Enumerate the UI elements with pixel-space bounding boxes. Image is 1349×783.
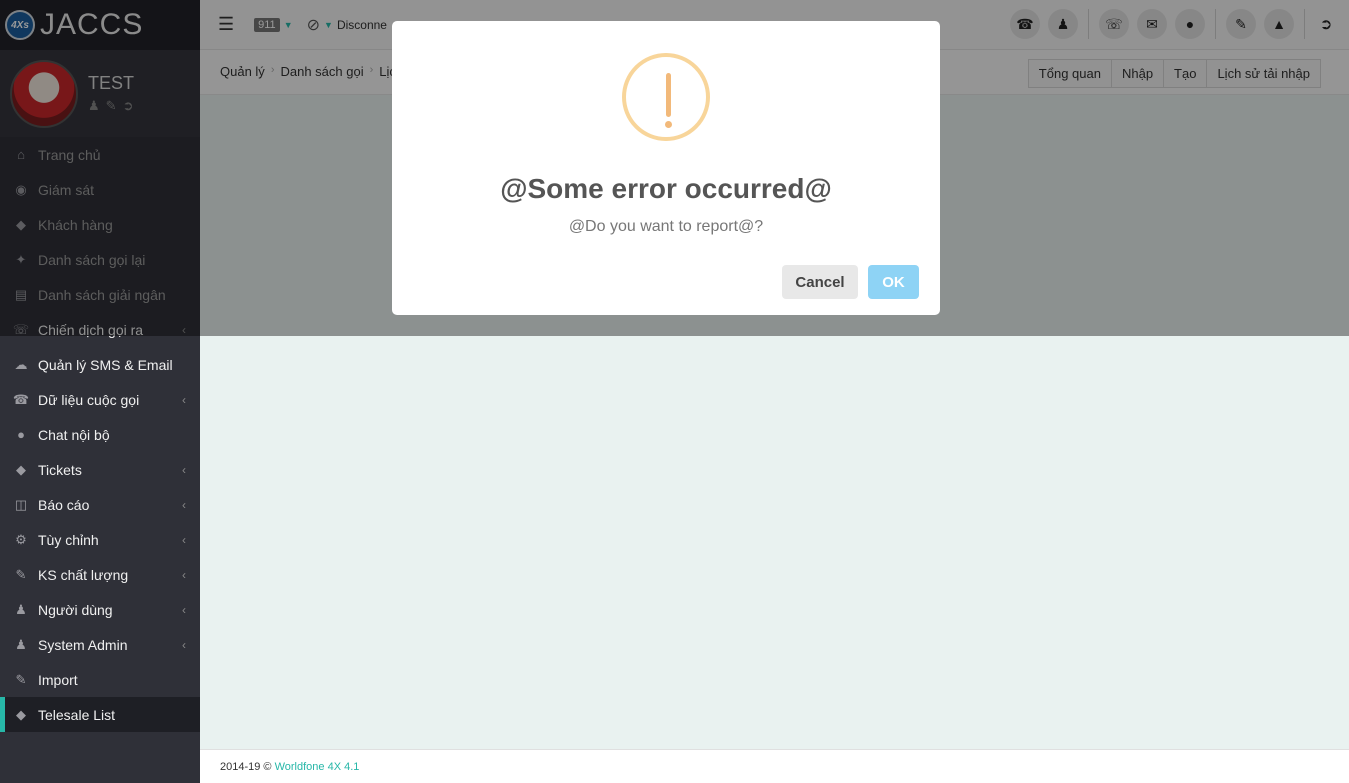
sidebar-item-system-admin[interactable]: ♟ System Admin ‹ <box>0 627 200 662</box>
sidebar-item-label: Người dùng <box>38 601 113 618</box>
footer-brand-link[interactable]: Worldfone 4X 4.1 <box>275 761 360 773</box>
chevron-left-icon: ‹ <box>182 567 186 582</box>
sidebar-item-tuy-chinh[interactable]: ⚙ Tùy chỉnh ‹ <box>0 522 200 557</box>
cancel-button[interactable]: Cancel <box>782 265 858 299</box>
ok-button[interactable]: OK <box>868 265 919 299</box>
cogs-icon: ⚙ <box>15 531 27 547</box>
sidebar-item-telesale-list[interactable]: ◆ Telesale List <box>0 697 200 732</box>
warning-icon <box>622 53 710 141</box>
tags-icon: ◆ <box>16 706 26 722</box>
comments-icon: ● <box>17 427 25 442</box>
user-icon: ♟ <box>15 601 27 617</box>
sidebar-item-nguoi-dung[interactable]: ♟ Người dùng ‹ <box>0 592 200 627</box>
sidebar-item-chat-noi-bo[interactable]: ● Chat nội bộ <box>0 417 200 452</box>
sidebar-item-label: Báo cáo <box>38 496 90 513</box>
chevron-left-icon: ‹ <box>182 532 186 547</box>
sidebar-item-import[interactable]: ✎ Import <box>0 662 200 697</box>
chevron-left-icon: ‹ <box>182 602 186 617</box>
dialog-text: @Do you want to report@? <box>568 218 764 235</box>
sidebar-item-label: Tùy chỉnh <box>38 531 99 548</box>
sidebar-item-label: Chat nội bộ <box>38 426 110 443</box>
chevron-left-icon: ‹ <box>182 392 186 407</box>
sidebar-item-tickets[interactable]: ◆ Tickets ‹ <box>0 452 200 487</box>
sidebar-item-du-lieu-cuoc-goi[interactable]: ☎ Dữ liệu cuộc gọi ‹ <box>0 382 200 417</box>
user-secret-icon: ♟ <box>15 636 27 652</box>
sidebar-item-label: Import <box>38 671 78 688</box>
sidebar-item-label: Telesale List <box>38 706 116 723</box>
chevron-left-icon: ‹ <box>182 497 186 512</box>
ticket-icon: ◆ <box>16 461 26 477</box>
sidebar-item-label: Quản lý SMS & Email <box>38 356 173 373</box>
chevron-left-icon: ‹ <box>182 462 186 477</box>
sidebar-item-bao-cao[interactable]: ◫ Báo cáo ‹ <box>0 487 200 522</box>
footer: 2014-19 © Worldfone 4X 4.1 <box>200 749 1349 783</box>
pencil-icon: ✎ <box>15 671 27 687</box>
phone-icon: ☎ <box>12 391 30 407</box>
sidebar-item-label: KS chất lượng <box>38 566 129 583</box>
dialog-title: @Some error occurred@ <box>500 173 832 204</box>
footer-copyright: 2014-19 © <box>220 761 272 773</box>
sidebar-item-label: Tickets <box>38 461 82 478</box>
sidebar-item-quan-ly-sms-email[interactable]: ☁ Quản lý SMS & Email <box>0 347 200 382</box>
cloud-upload-icon: ☁ <box>14 356 28 372</box>
sidebar-item-label: Dữ liệu cuộc gọi <box>38 391 140 408</box>
database-icon: ◫ <box>14 496 28 512</box>
sidebar-item-ks-chat-luong[interactable]: ✎ KS chất lượng ‹ <box>0 557 200 592</box>
sidebar-item-label: System Admin <box>38 636 128 653</box>
chevron-left-icon: ‹ <box>182 637 186 652</box>
pencil-icon: ✎ <box>15 566 27 582</box>
error-dialog: @Some error occurred@ @Do you want to re… <box>392 21 940 315</box>
